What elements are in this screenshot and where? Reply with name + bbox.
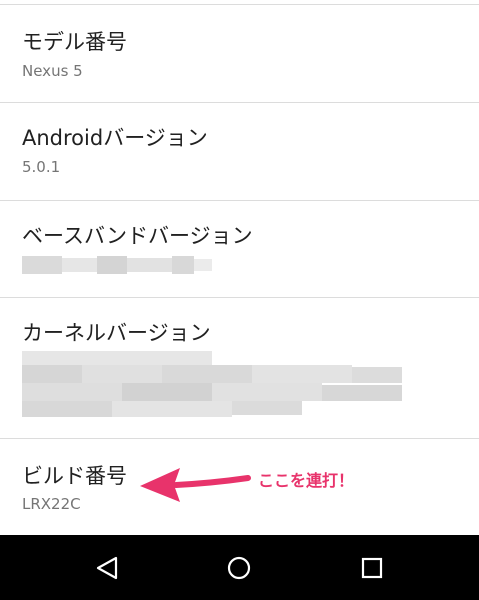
kernel-version-item[interactable]: カーネルバージョン: [0, 298, 479, 438]
annotation-label: ここを連打！: [258, 471, 355, 490]
navigation-bar: [0, 535, 479, 600]
recents-button[interactable]: [342, 535, 402, 600]
recents-square-icon: [361, 557, 383, 579]
home-circle-icon: [227, 556, 251, 580]
back-triangle-icon: [96, 556, 118, 580]
baseband-version-value-redacted: [22, 256, 212, 274]
model-number-item[interactable]: モデル番号 Nexus 5: [0, 5, 479, 102]
kernel-version-title: カーネルバージョン: [22, 321, 211, 345]
android-version-value: 5.0.1: [22, 158, 61, 176]
android-version-title: Androidバージョン: [22, 126, 208, 150]
about-phone-list: モデル番号 Nexus 5 Androidバージョン 5.0.1 ベースバンドバ…: [0, 0, 479, 535]
model-number-value: Nexus 5: [22, 62, 83, 80]
build-number-title: ビルド番号: [22, 464, 127, 488]
model-number-title: モデル番号: [22, 30, 127, 54]
annotation-arrow-icon: [140, 468, 251, 502]
android-version-item[interactable]: Androidバージョン 5.0.1: [0, 103, 479, 200]
kernel-version-value-redacted: [22, 351, 402, 419]
build-number-value: LRX22C: [22, 495, 81, 513]
home-button[interactable]: [209, 535, 269, 600]
baseband-version-title: ベースバンドバージョン: [22, 224, 253, 248]
baseband-version-item[interactable]: ベースバンドバージョン: [0, 201, 479, 297]
back-button[interactable]: [78, 535, 138, 600]
